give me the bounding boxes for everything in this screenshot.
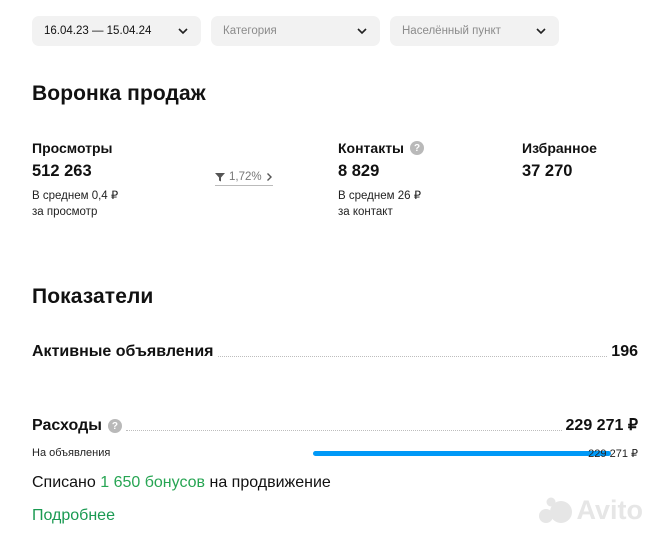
contacts-metric: Контакты ? 8 829 В среднем 26 ₽ за конта… bbox=[338, 140, 425, 220]
views-avg-unit: за просмотр bbox=[32, 206, 98, 218]
views-sub: В среднем 0,4 ₽ за просмотр bbox=[32, 188, 118, 220]
written-suffix: на продвижение bbox=[209, 474, 331, 491]
contacts-avg-unit: за контакт bbox=[338, 206, 393, 218]
dotted-leader bbox=[217, 356, 608, 357]
help-icon[interactable]: ? bbox=[410, 141, 425, 155]
filters-bar: 16.04.23 — 15.04.24 Категория Населённый… bbox=[32, 16, 559, 46]
help-icon[interactable]: ? bbox=[107, 419, 122, 433]
contacts-sub: В среднем 26 ₽ за контакт bbox=[338, 188, 424, 220]
chevron-down-icon bbox=[536, 28, 546, 35]
chevron-down-icon bbox=[178, 28, 188, 35]
contacts-label-wrap: Контакты ? bbox=[338, 140, 425, 156]
dotted-leader bbox=[125, 430, 562, 431]
views-metric: Просмотры 512 263 В среднем 0,4 ₽ за про… bbox=[32, 140, 118, 220]
chevron-down-icon bbox=[357, 28, 367, 35]
avito-logo-icon bbox=[538, 497, 572, 523]
favorites-metric: Избранное 37 270 bbox=[522, 140, 597, 181]
date-range-select[interactable]: 16.04.23 — 15.04.24 bbox=[32, 16, 201, 46]
active-ads-value: 196 bbox=[611, 343, 638, 360]
chevron-right-icon bbox=[266, 173, 272, 181]
conversion-link[interactable]: 1,72% bbox=[215, 171, 273, 186]
favorites-label: Избранное bbox=[522, 140, 597, 156]
contacts-label: Контакты bbox=[338, 140, 405, 156]
contacts-avg: В среднем 26 ₽ bbox=[338, 190, 422, 202]
indicators-title: Показатели bbox=[32, 285, 154, 308]
expenses-row: Расходы ? 229 271 ₽ bbox=[32, 415, 638, 435]
expenses-label: Расходы bbox=[32, 417, 102, 434]
category-placeholder: Категория bbox=[223, 25, 277, 37]
ads-expense-row: На объявления 229 271 ₽ bbox=[32, 447, 638, 460]
bonus-amount: 1 650 бонусов bbox=[100, 474, 206, 491]
written-prefix: Списано bbox=[32, 474, 96, 491]
ads-expense-label: На объявления bbox=[32, 447, 111, 459]
funnel-title: Воронка продаж bbox=[32, 82, 206, 105]
views-value: 512 263 bbox=[32, 162, 92, 180]
conversion-value: 1,72% bbox=[229, 171, 262, 183]
watermark-text: Avito bbox=[576, 495, 644, 525]
date-range-value: 16.04.23 — 15.04.24 bbox=[44, 25, 152, 37]
avito-watermark: Avito bbox=[538, 495, 644, 526]
bonus-written-off-text: Списано 1 650 бонусов на продвижение bbox=[32, 474, 331, 492]
views-avg: В среднем 0,4 ₽ bbox=[32, 190, 119, 202]
location-placeholder: Населённый пункт bbox=[402, 25, 501, 37]
filter-icon bbox=[215, 173, 225, 182]
category-select[interactable]: Категория bbox=[211, 16, 380, 46]
expenses-value: 229 271 ₽ bbox=[565, 417, 638, 434]
ads-expense-bar bbox=[313, 450, 611, 456]
location-select[interactable]: Населённый пункт bbox=[390, 16, 559, 46]
expenses-label-wrap: Расходы ? bbox=[32, 417, 122, 435]
favorites-value: 37 270 bbox=[522, 162, 573, 180]
views-label: Просмотры bbox=[32, 140, 113, 156]
active-ads-row: Активные объявления 196 bbox=[32, 343, 638, 361]
ads-expense-value: 229 271 ₽ bbox=[588, 447, 638, 460]
more-link[interactable]: Подробнее bbox=[32, 507, 115, 525]
contacts-value: 8 829 bbox=[338, 162, 380, 180]
active-ads-label: Активные объявления bbox=[32, 343, 214, 360]
